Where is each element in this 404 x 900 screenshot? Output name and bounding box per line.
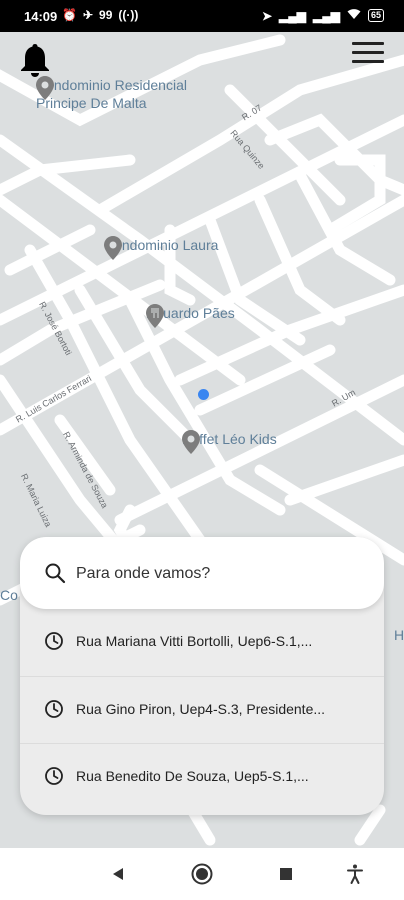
status-left-indicators: ⏰ ✈ 99 ((·)) <box>62 8 138 22</box>
map-edge-label-right: H <box>394 627 404 643</box>
search-icon <box>45 563 66 584</box>
bell-icon <box>21 44 49 77</box>
status-bar: 14:09 ⏰ ✈ 99 ((·)) ➤ ▂▄▆ ▂▄▆ 65 <box>0 0 404 32</box>
recent-destination-label: Rua Mariana Vitti Bortolli, Uep6-S.1,... <box>76 633 313 649</box>
poi-buffet-leo-kids[interactable]: Buffet Léo Kids <box>182 430 277 454</box>
wifi-icon <box>347 8 361 23</box>
back-icon[interactable] <box>106 862 130 886</box>
restaurant-pin-icon <box>146 304 164 328</box>
signal-icon-2: ▂▄▆ <box>313 8 340 23</box>
poi-name-line2: Principe De Malta <box>36 95 147 111</box>
clock-icon <box>45 632 63 650</box>
map-edge-label-left: Co <box>0 587 18 603</box>
search-input[interactable]: Para onde vamos? <box>76 565 210 583</box>
recent-destination-label: Rua Benedito De Souza, Uep5-S.1,... <box>76 768 309 784</box>
notification-count: 99 <box>99 8 113 22</box>
poi-name-line1: Condominio Residencial <box>36 77 187 93</box>
signal-icon: ▂▄▆ <box>279 8 307 23</box>
map-pin-icon <box>182 430 200 454</box>
recent-destination-item[interactable]: Rua Benedito De Souza, Uep5-S.1,... <box>20 744 384 810</box>
recents-icon[interactable] <box>274 862 298 886</box>
location-arrow-icon: ➤ <box>261 8 273 23</box>
poi-condominio-principe-de-malta[interactable]: Condominio Residencial Principe De Malta <box>36 76 187 112</box>
system-navigation-bar <box>0 848 404 900</box>
current-location-dot <box>198 389 209 400</box>
home-icon[interactable] <box>190 862 214 886</box>
hamburger-menu-icon <box>350 42 386 63</box>
recent-destination-item[interactable]: Rua Mariana Vitti Bortolli, Uep6-S.1,... <box>20 609 384 675</box>
broadcast-icon: ((·)) <box>118 8 139 22</box>
accessibility-icon[interactable] <box>343 862 367 886</box>
status-right-indicators: ➤ ▂▄▆ ▂▄▆ 65 <box>262 8 384 23</box>
clock-icon <box>45 700 63 718</box>
clock-icon <box>45 767 63 785</box>
recent-destination-label: Rua Gino Piron, Uep4-S.3, Presidente... <box>76 701 326 717</box>
destination-panel: Para onde vamos? Rua Mariana Vitti Borto… <box>20 537 384 815</box>
airplane-icon: ✈ <box>82 8 94 22</box>
alarm-icon: ⏰ <box>62 8 77 22</box>
map-pin-icon <box>104 236 122 260</box>
status-time: 14:09 <box>24 9 58 24</box>
battery-icon: 65 <box>367 9 384 22</box>
poi-eduardo-paes[interactable]: Eduardo Pães <box>146 304 235 328</box>
notifications-button[interactable] <box>18 42 52 78</box>
poi-condominio-laura[interactable]: Condominio Laura <box>104 236 218 260</box>
menu-button[interactable] <box>350 36 386 72</box>
search-bar[interactable]: Para onde vamos? <box>20 537 384 609</box>
map-pin-icon <box>36 76 54 100</box>
recent-destination-item[interactable]: Rua Gino Piron, Uep4-S.3, Presidente... <box>20 677 384 743</box>
